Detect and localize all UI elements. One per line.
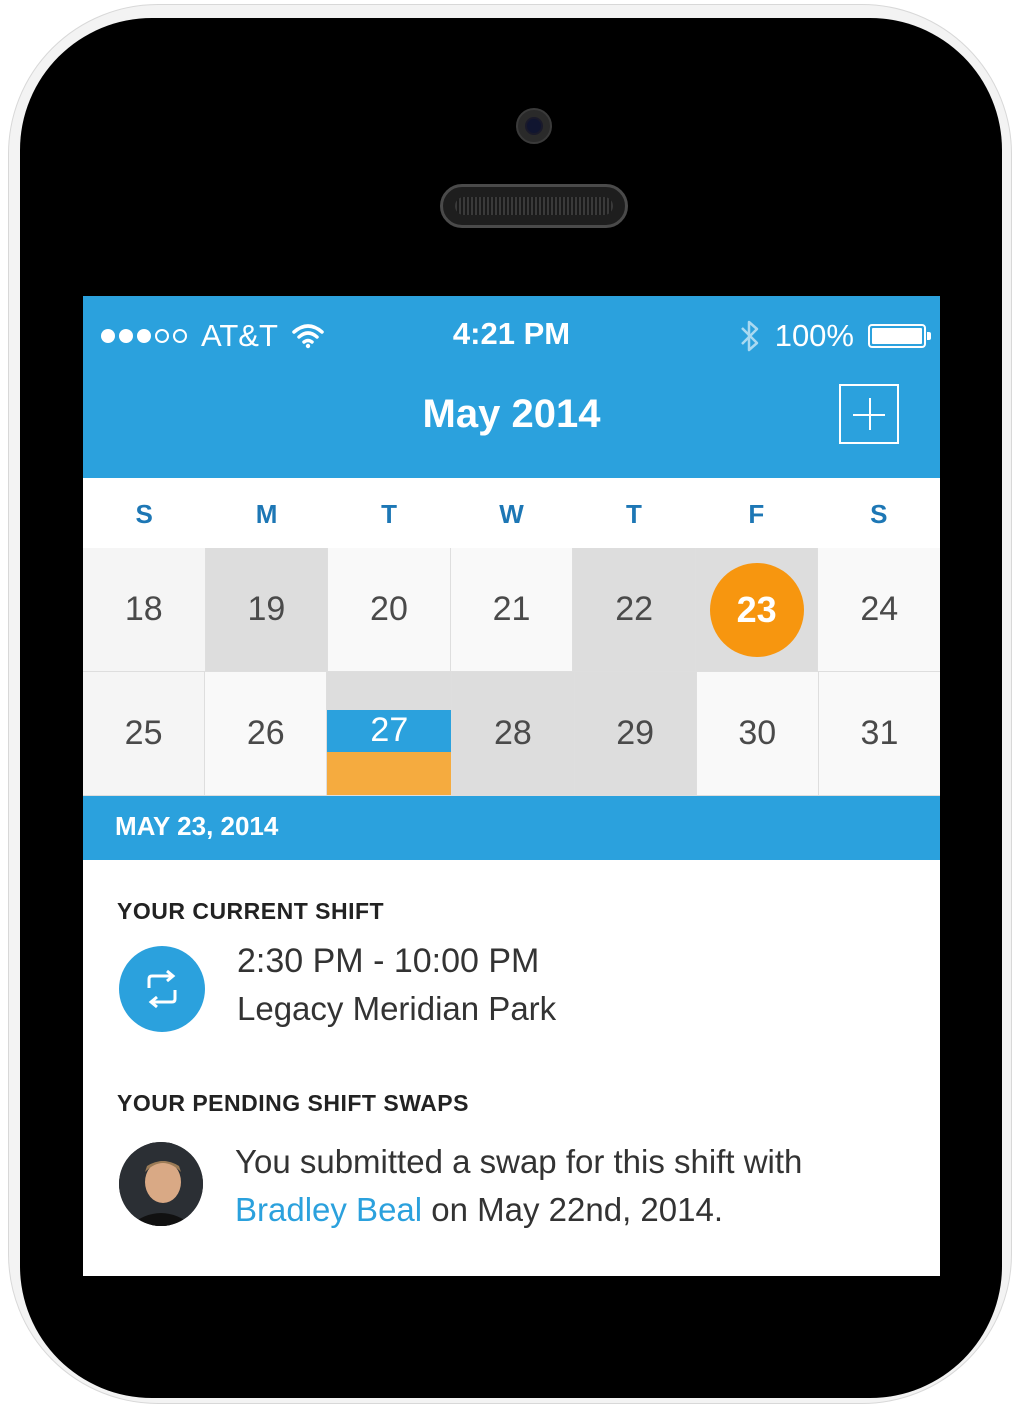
calendar-day[interactable]: 30 [696,672,819,796]
day-number: 19 [247,590,286,628]
weekday-label: T [625,499,642,529]
calendar-day[interactable]: 24 [818,548,940,672]
calendar-day[interactable]: 29 [574,672,697,796]
speaker-grille [440,184,628,228]
calendar-day[interactable]: 21 [450,548,574,672]
day-number: 25 [124,714,163,752]
calendar-grid: 18 19 20 21 22 23 24 25 26 27 28 29 30 3… [83,548,940,796]
add-shift-button[interactable] [839,384,899,444]
repeat-icon [147,969,177,1009]
app-screen: AT&T 4:21 PM 100% May 2014 S M T W T F S [83,296,940,1276]
swap-description: You submitted a swap for this shift with… [235,1138,915,1234]
day-number: 26 [246,714,285,752]
calendar-day[interactable]: 28 [452,672,575,796]
weekday-label: S [135,499,153,529]
weekday-label: F [748,499,765,529]
calendar-day[interactable]: 19 [205,548,329,672]
day-number: 31 [860,714,899,752]
day-number: 29 [616,714,655,752]
calendar-day[interactable]: 20 [328,548,451,672]
swap-icon[interactable] [119,946,205,1032]
shift-marker [327,751,452,795]
shift-time: 2:30 PM - 10:00 PM [237,942,540,980]
month-title: May 2014 [422,392,601,436]
nav-bar: May 2014 [83,374,940,478]
swap-text-start: You submitted a swap for this shift with [235,1143,803,1180]
weekday-label: S [870,499,888,529]
day-number: 24 [860,590,899,628]
weekday-label: M [255,499,278,529]
calendar-day[interactable]: 18 [83,548,206,672]
swap-text-end: on May 22nd, 2014. [422,1191,723,1228]
camera [516,108,552,144]
weekday-header: S M T W T F S [83,478,940,549]
day-number: 21 [492,590,531,628]
day-number: 30 [738,714,777,752]
day-number: 28 [494,714,532,752]
calendar-day-with-shift[interactable]: 27 [327,672,453,796]
calendar-day[interactable]: 26 [205,672,328,796]
calendar-day[interactable]: 25 [83,672,206,796]
day-number: 18 [124,590,163,628]
selected-day-number: 23 [709,562,804,657]
current-shift-heading: YOUR CURRENT SHIFT [117,898,385,924]
shift-location: Legacy Meridian Park [237,990,557,1027]
selected-date-banner: MAY 23, 2014 [83,796,940,860]
battery-icon [868,324,931,348]
status-right: 100% [739,318,931,354]
calendar-day[interactable]: 22 [573,548,696,672]
calendar-day[interactable]: 31 [818,672,940,796]
swap-person-link[interactable]: Bradley Beal [235,1191,422,1228]
pending-swaps-heading: YOUR PENDING SHIFT SWAPS [117,1090,469,1116]
day-number: 20 [370,590,408,628]
user-photo [119,1142,203,1226]
calendar-week: 25 26 27 28 29 30 31 [83,672,940,796]
weekday-label: T [381,499,397,529]
calendar-week: 18 19 20 21 22 23 24 [83,548,940,672]
weekday-label: W [499,499,524,529]
day-number: 27 [327,710,452,752]
avatar[interactable] [119,1142,203,1226]
calendar-day-selected[interactable]: 23 [695,548,819,672]
day-number: 22 [615,590,654,628]
status-bar: AT&T 4:21 PM 100% [83,296,940,374]
battery-percentage: 100% [774,318,854,353]
bluetooth-icon [740,320,758,352]
